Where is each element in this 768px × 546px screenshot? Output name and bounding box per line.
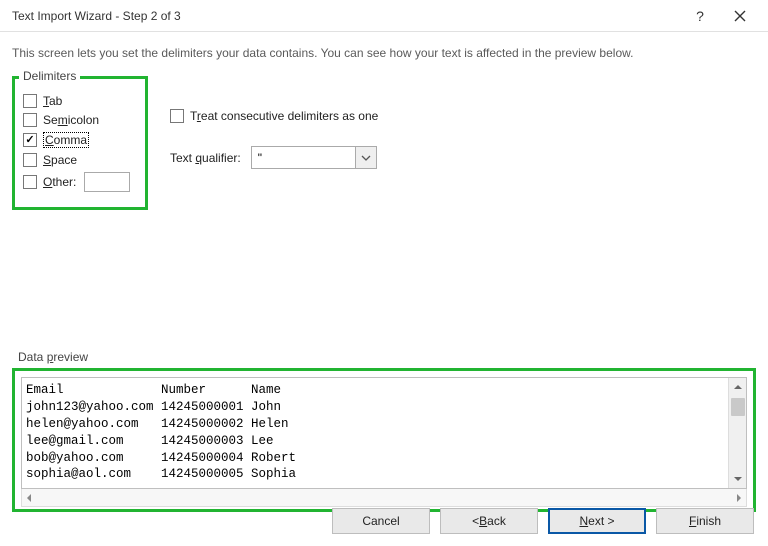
help-button[interactable]: ? [680,0,720,32]
window-title: Text Import Wizard - Step 2 of 3 [12,9,680,23]
finish-button[interactable]: Finish [656,508,754,534]
close-button[interactable] [720,0,760,32]
checkbox-comma[interactable] [23,133,37,147]
scroll-thumb[interactable] [731,398,745,416]
delimiter-space-row[interactable]: Space [23,153,137,167]
label-semicolon: Semicolon [43,113,99,127]
label-text-qualifier: Text qualifier: [170,151,241,165]
delimiter-semicolon-row[interactable]: Semicolon [23,113,137,127]
next-button[interactable]: Next > [548,508,646,534]
vertical-scrollbar[interactable] [728,378,746,488]
data-preview-box: Email Number Name john123@yahoo.com 1424… [21,377,747,489]
text-qualifier-value[interactable]: " [251,146,355,169]
data-preview-label: Data preview [12,350,756,368]
delimiters-legend: Delimiters [19,69,80,83]
checkbox-other[interactable] [23,175,37,189]
checkbox-semicolon[interactable] [23,113,37,127]
delimiter-comma-row[interactable]: Comma [23,132,137,148]
delimiters-group: Delimiters Tab Semicolon Comma Space Oth… [12,76,148,210]
cancel-button[interactable]: Cancel [332,508,430,534]
wizard-buttons: Cancel < Back Next > Finish [0,498,768,546]
chevron-up-icon [733,384,743,390]
label-space: Space [43,153,77,167]
delimiter-tab-row[interactable]: Tab [23,94,137,108]
close-icon [734,10,746,22]
label-treat-consecutive: Treat consecutive delimiters as one [190,109,378,123]
text-qualifier-combo[interactable]: " [251,146,377,169]
treat-consecutive-row[interactable]: Treat consecutive delimiters as one [170,109,378,123]
back-button[interactable]: < Back [440,508,538,534]
label-tab: Tab [43,94,62,108]
wizard-description: This screen lets you set the delimiters … [0,32,768,66]
chevron-down-icon [733,476,743,482]
label-other: Other: [43,175,76,189]
scroll-down-button[interactable] [729,470,746,488]
text-qualifier-row: Text qualifier: " [170,146,378,169]
chevron-down-icon [361,155,371,161]
checkbox-space[interactable] [23,153,37,167]
label-comma: Comma [43,132,89,148]
data-preview-text: Email Number Name john123@yahoo.com 1424… [22,378,728,488]
titlebar: Text Import Wizard - Step 2 of 3 ? [0,0,768,32]
delimiter-other-row[interactable]: Other: [23,172,137,192]
checkbox-treat-consecutive[interactable] [170,109,184,123]
checkbox-tab[interactable] [23,94,37,108]
text-qualifier-dropdown-button[interactable] [355,146,377,169]
scroll-up-button[interactable] [729,378,746,396]
other-delimiter-input[interactable] [84,172,130,192]
data-preview-frame: Email Number Name john123@yahoo.com 1424… [12,368,756,512]
